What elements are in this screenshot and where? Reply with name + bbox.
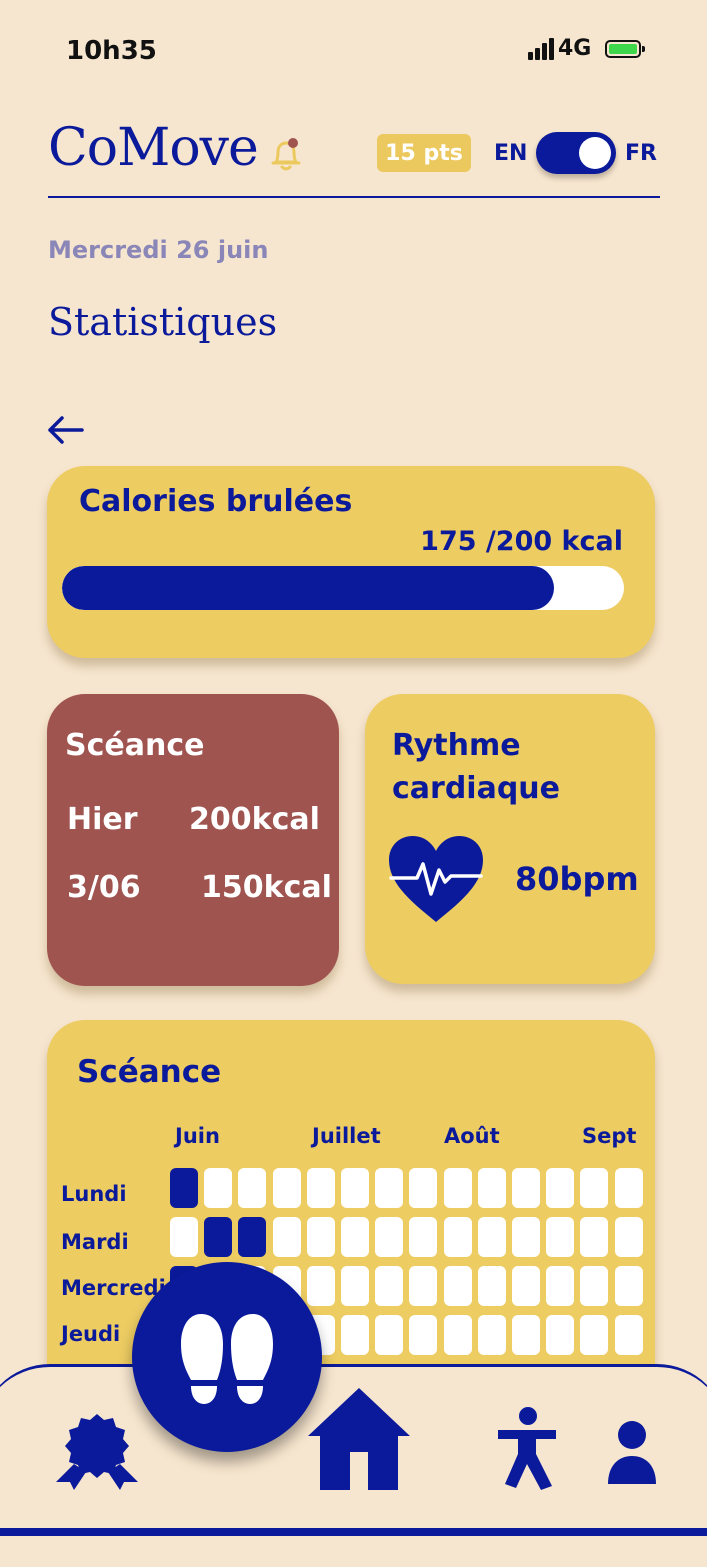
calendar-cell[interactable] xyxy=(477,1266,506,1306)
calendar-cell[interactable] xyxy=(409,1168,438,1208)
heart-rate-value: 80bpm xyxy=(515,860,639,898)
badge-icon[interactable] xyxy=(52,1410,142,1492)
month-label: Juillet xyxy=(312,1124,381,1148)
calendar-cell[interactable] xyxy=(170,1217,198,1257)
calendar-cell[interactable] xyxy=(512,1168,540,1208)
calendar-cell[interactable] xyxy=(477,1168,506,1208)
session-row-value: 150kcal xyxy=(201,870,332,905)
calendar-cell[interactable] xyxy=(546,1168,575,1208)
calendar-cell[interactable] xyxy=(306,1217,335,1257)
heart-rate-card[interactable]: Rythme cardiaque 80bpm xyxy=(365,694,655,984)
month-label: Juin xyxy=(175,1124,220,1148)
calories-title: Calories brulées xyxy=(79,484,353,519)
calendar-cell[interactable] xyxy=(477,1217,506,1257)
calendar-cell[interactable] xyxy=(443,1315,472,1355)
session-row-label: 3/06 xyxy=(67,870,141,905)
calendar-cell[interactable] xyxy=(341,1266,369,1306)
lang-en-label: EN xyxy=(494,141,528,166)
calendar-cell[interactable] xyxy=(614,1315,643,1355)
language-toggle[interactable] xyxy=(536,132,616,174)
calendar-cell[interactable] xyxy=(341,1315,369,1355)
calendar-cell[interactable] xyxy=(614,1217,643,1257)
exercise-icon[interactable] xyxy=(496,1406,558,1490)
calendar-title: Scéance xyxy=(77,1054,222,1090)
header-divider xyxy=(48,196,660,198)
back-arrow-icon[interactable] xyxy=(44,412,86,448)
calendar-cell[interactable] xyxy=(443,1217,472,1257)
calendar-cell[interactable] xyxy=(580,1266,609,1306)
calendar-cell[interactable] xyxy=(580,1315,609,1355)
home-indicator xyxy=(0,1528,707,1536)
calendar-cell[interactable] xyxy=(546,1315,575,1355)
session-row-value: 200kcal xyxy=(189,802,320,837)
heartbeat-icon xyxy=(389,836,483,922)
calendar-cell[interactable] xyxy=(512,1315,540,1355)
session-title: Scéance xyxy=(65,728,205,763)
calendar-cell[interactable] xyxy=(306,1266,335,1306)
calories-progress-track xyxy=(62,566,624,610)
calendar-cell[interactable] xyxy=(614,1168,643,1208)
calories-card: Calories brulées 175 /200 kcal xyxy=(47,466,655,658)
page-title: Statistiques xyxy=(48,300,278,344)
calendar-cell[interactable] xyxy=(580,1168,609,1208)
calendar-cell[interactable] xyxy=(204,1217,233,1257)
app-logo: CoMove xyxy=(48,118,259,178)
calendar-cell[interactable] xyxy=(546,1217,575,1257)
calendar-cell[interactable] xyxy=(409,1315,438,1355)
calendar-cell[interactable] xyxy=(443,1168,472,1208)
network-label: 4G xyxy=(558,36,592,61)
calendar-cell[interactable] xyxy=(614,1266,643,1306)
bell-icon[interactable] xyxy=(266,135,306,175)
lang-fr-label: FR xyxy=(625,141,657,166)
start-activity-button[interactable] xyxy=(132,1262,322,1452)
calendar-cell[interactable] xyxy=(272,1168,301,1208)
calendar-cell[interactable] xyxy=(477,1315,506,1355)
calendar-cell[interactable] xyxy=(204,1168,233,1208)
profile-icon[interactable] xyxy=(606,1420,658,1486)
day-label: Jeudi xyxy=(61,1322,121,1346)
calendar-cell[interactable] xyxy=(546,1266,575,1306)
month-label: Août xyxy=(444,1124,500,1148)
calendar-cell[interactable] xyxy=(238,1168,267,1208)
points-badge: 15 pts xyxy=(377,134,471,172)
toggle-knob xyxy=(579,137,611,169)
calendar-cell[interactable] xyxy=(512,1266,540,1306)
calendar-cell[interactable] xyxy=(272,1217,301,1257)
day-label: Mercredi xyxy=(61,1276,166,1300)
session-summary-card[interactable]: Scéance Hier 200kcal 3/06 150kcal xyxy=(47,694,339,986)
month-label: Sept xyxy=(582,1124,637,1148)
home-icon[interactable] xyxy=(306,1386,412,1490)
calendar-cell[interactable] xyxy=(443,1266,472,1306)
day-label: Lundi xyxy=(61,1182,127,1206)
footsteps-icon xyxy=(181,1314,273,1404)
current-date: Mercredi 26 juin xyxy=(48,236,269,264)
status-indicators: 4G xyxy=(528,36,646,61)
calendar-cell[interactable] xyxy=(375,1266,404,1306)
calendar-cell[interactable] xyxy=(409,1266,438,1306)
calendar-cell[interactable] xyxy=(512,1217,540,1257)
calendar-cell[interactable] xyxy=(306,1168,335,1208)
calendar-cell[interactable] xyxy=(580,1217,609,1257)
calendar-cell[interactable] xyxy=(409,1217,438,1257)
calendar-cell[interactable] xyxy=(238,1217,267,1257)
calendar-cell[interactable] xyxy=(341,1217,369,1257)
heart-rate-title: Rythme cardiaque xyxy=(392,728,561,806)
calendar-cell[interactable] xyxy=(375,1217,404,1257)
battery-icon xyxy=(605,39,646,58)
calendar-cell[interactable] xyxy=(375,1168,404,1208)
calories-value: 175 /200 kcal xyxy=(420,526,623,557)
day-label: Mardi xyxy=(61,1230,129,1254)
session-row-label: Hier xyxy=(67,802,138,837)
calendar-cell[interactable] xyxy=(375,1315,404,1355)
calories-progress-fill xyxy=(62,566,554,610)
calendar-cell[interactable] xyxy=(170,1168,198,1208)
status-time: 10h35 xyxy=(66,36,157,66)
signal-icon xyxy=(528,37,554,60)
calendar-cell[interactable] xyxy=(341,1168,369,1208)
